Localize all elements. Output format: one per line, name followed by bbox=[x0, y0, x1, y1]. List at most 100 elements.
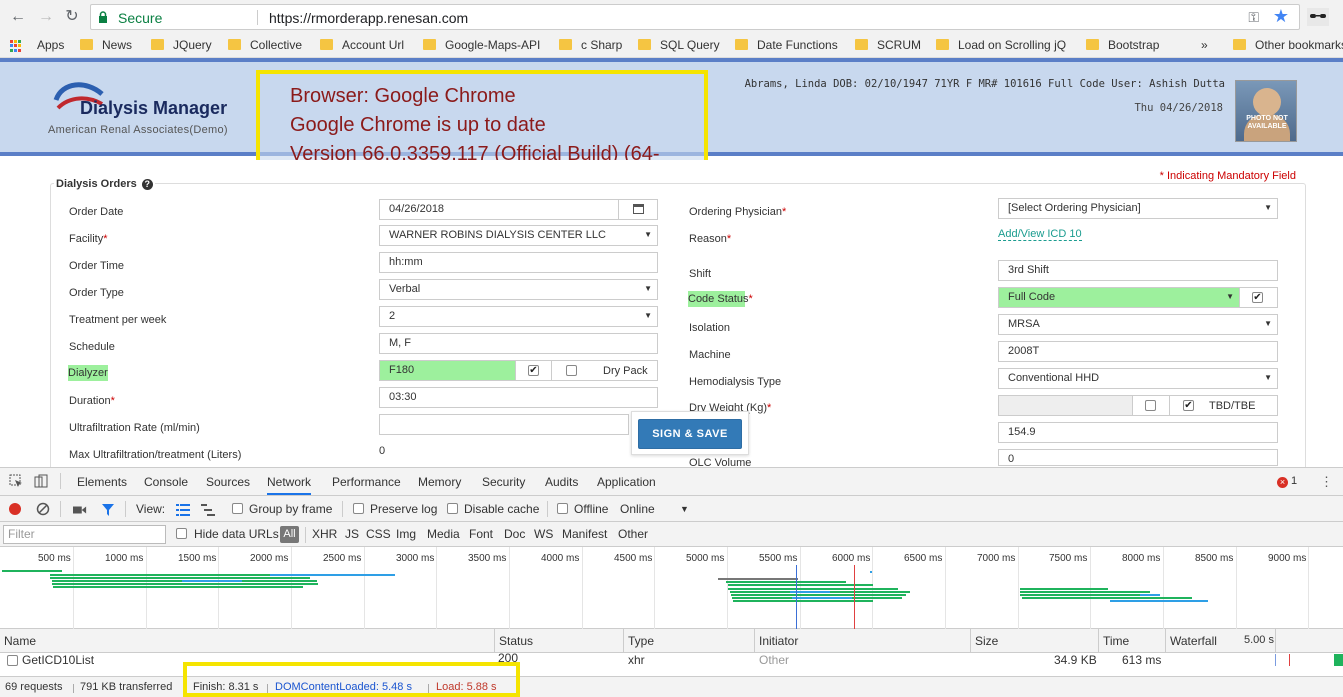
duration-input[interactable]: 03:30 bbox=[379, 387, 658, 408]
ordering-physician-select[interactable]: [Select Ordering Physician] bbox=[998, 198, 1278, 219]
filter-type-doc[interactable]: Doc bbox=[504, 527, 525, 541]
filter-input[interactable]: Filter bbox=[3, 525, 166, 544]
tab-console[interactable]: Console bbox=[144, 475, 188, 489]
column-size[interactable]: Size bbox=[970, 629, 1002, 653]
bookmark-other[interactable]: Other bookmarks bbox=[1233, 38, 1343, 52]
column-name[interactable]: Name bbox=[0, 629, 40, 653]
help-icon[interactable]: ? bbox=[141, 179, 153, 190]
filter-type-js[interactable]: JS bbox=[345, 527, 359, 541]
order-time-input[interactable]: hh:mm bbox=[379, 252, 658, 273]
code-status-select[interactable]: Full Code bbox=[998, 287, 1240, 308]
column-initiator[interactable]: Initiator bbox=[754, 629, 802, 653]
inspect-element-icon[interactable] bbox=[9, 474, 23, 488]
error-counter[interactable]: × 1 bbox=[1277, 475, 1297, 488]
key-icon[interactable]: ⚿ bbox=[1248, 9, 1259, 26]
filter-type-ws[interactable]: WS bbox=[534, 527, 553, 541]
bookmark-scrum[interactable]: SCRUM bbox=[855, 38, 921, 52]
dialyzer-input[interactable]: F180 bbox=[379, 360, 516, 381]
bookmark-load-on-scrolling[interactable]: Load on Scrolling jQ bbox=[936, 38, 1069, 52]
back-arrow-icon[interactable]: ← bbox=[8, 7, 28, 27]
column-time[interactable]: Time bbox=[1098, 629, 1133, 653]
bookmark-sql-query[interactable]: SQL Query bbox=[638, 38, 720, 52]
hemodialysis-type-select[interactable]: Conventional HHD bbox=[998, 368, 1278, 389]
machine-input[interactable]: 2008T bbox=[998, 341, 1278, 362]
divider bbox=[60, 501, 61, 517]
bookmark-account-url[interactable]: Account Url bbox=[320, 38, 404, 52]
url-text[interactable]: https://rmorderapp.renesan.com bbox=[269, 10, 468, 26]
dry-pack-checkbox[interactable] bbox=[566, 365, 577, 376]
tab-network[interactable]: Network bbox=[267, 475, 312, 495]
bookmarks-overflow-chevron-icon[interactable]: » bbox=[1201, 38, 1208, 52]
tab-sources[interactable]: Sources bbox=[206, 475, 250, 489]
throttling-dropdown-icon[interactable]: ▼ bbox=[680, 504, 689, 514]
filter-type-img[interactable]: Img bbox=[396, 527, 416, 541]
bookmark-google-maps-api[interactable]: Google-Maps-API bbox=[423, 38, 540, 52]
tab-application[interactable]: Application bbox=[597, 475, 656, 489]
olc-volume-input[interactable]: 0 bbox=[998, 449, 1278, 466]
filter-type-manifest[interactable]: Manifest bbox=[562, 527, 607, 541]
facility-select[interactable]: WARNER ROBINS DIALYSIS CENTER LLC bbox=[379, 225, 658, 246]
tab-audits[interactable]: Audits bbox=[545, 475, 578, 489]
address-bar[interactable]: Secure https://rmorderapp.renesan.com ⚿ … bbox=[90, 4, 1300, 30]
filter-funnel-icon[interactable] bbox=[101, 503, 115, 517]
shift-input[interactable]: 3rd Shift bbox=[998, 260, 1278, 281]
code-status-checkbox[interactable]: ✔ bbox=[1252, 292, 1263, 303]
tab-performance[interactable]: Performance bbox=[332, 475, 401, 489]
order-type-select[interactable]: Verbal bbox=[379, 279, 658, 300]
tab-security[interactable]: Security bbox=[482, 475, 525, 489]
uf-rate-input[interactable] bbox=[379, 414, 629, 435]
order-date-input[interactable]: 04/26/2018 bbox=[379, 199, 619, 220]
row-initiator[interactable]: Other bbox=[759, 653, 789, 667]
bookmark-bootstrap[interactable]: Bootstrap bbox=[1086, 38, 1159, 52]
filter-type-other[interactable]: Other bbox=[618, 527, 648, 541]
bookmark-collective[interactable]: Collective bbox=[228, 38, 302, 52]
dialyzer-checkbox[interactable]: ✔ bbox=[528, 365, 539, 376]
filter-type-xhr[interactable]: XHR bbox=[312, 527, 337, 541]
bookmark-apps[interactable]: Apps bbox=[37, 38, 64, 52]
throttling-select[interactable]: Online bbox=[620, 502, 655, 516]
dry-weight-checkbox[interactable] bbox=[1145, 400, 1156, 411]
calendar-button[interactable] bbox=[618, 199, 658, 220]
bookmark-jquery[interactable]: JQuery bbox=[151, 38, 212, 52]
reload-icon[interactable]: ↻ bbox=[62, 7, 82, 27]
large-request-rows-icon[interactable] bbox=[176, 503, 190, 517]
weight-input[interactable]: 154.9 bbox=[998, 422, 1278, 443]
offline-checkbox[interactable] bbox=[557, 503, 568, 514]
row-name[interactable]: GetICD10List bbox=[22, 653, 94, 667]
tab-elements[interactable]: Elements bbox=[77, 475, 127, 489]
preserve-log-checkbox[interactable] bbox=[353, 503, 364, 514]
forward-arrow-icon[interactable]: → bbox=[36, 7, 56, 27]
apps-grid-icon[interactable] bbox=[10, 40, 22, 52]
bookmark-date-functions[interactable]: Date Functions bbox=[735, 38, 838, 52]
group-by-frame-checkbox[interactable] bbox=[232, 503, 243, 514]
requests-count: 69 requests bbox=[5, 681, 63, 693]
dry-weight-input[interactable] bbox=[998, 395, 1133, 416]
disable-cache-checkbox[interactable] bbox=[447, 503, 458, 514]
device-toolbar-icon[interactable] bbox=[34, 474, 48, 488]
record-icon[interactable] bbox=[9, 503, 21, 515]
devtools-menu-icon[interactable]: ⋮ bbox=[1320, 474, 1333, 490]
bookmark-news[interactable]: News bbox=[80, 38, 132, 52]
sign-and-save-button[interactable]: SIGN & SAVE bbox=[638, 419, 742, 449]
column-status[interactable]: Status bbox=[494, 629, 537, 653]
treatment-per-week-select[interactable]: 2 bbox=[379, 306, 658, 327]
bookmark-star-icon[interactable]: ★ bbox=[1273, 6, 1289, 27]
overview-icon[interactable] bbox=[201, 503, 215, 517]
clear-icon[interactable] bbox=[36, 502, 50, 516]
filter-type-font[interactable]: Font bbox=[469, 527, 493, 541]
tab-memory[interactable]: Memory bbox=[418, 475, 461, 489]
schedule-input[interactable]: M, F bbox=[379, 333, 658, 354]
filter-type-css[interactable]: CSS bbox=[366, 527, 391, 541]
column-waterfall[interactable]: Waterfall bbox=[1165, 629, 1221, 653]
bookmark-c-sharp[interactable]: c Sharp bbox=[559, 38, 622, 52]
hide-data-urls-checkbox[interactable] bbox=[176, 528, 187, 539]
add-view-icd10-link[interactable]: Add/View ICD 10 bbox=[998, 228, 1082, 241]
incognito-extension-icon[interactable] bbox=[1307, 8, 1329, 26]
capture-screenshots-icon[interactable] bbox=[73, 503, 87, 517]
column-type[interactable]: Type bbox=[623, 629, 658, 653]
tbd-checkbox[interactable]: ✔ bbox=[1183, 400, 1194, 411]
network-overview-timeline[interactable]: 500 ms 1000 ms 1500 ms 2000 ms 2500 ms 3… bbox=[0, 547, 1343, 629]
isolation-select[interactable]: MRSA bbox=[998, 314, 1278, 335]
filter-type-all[interactable]: All bbox=[280, 526, 299, 543]
filter-type-media[interactable]: Media bbox=[427, 527, 460, 541]
